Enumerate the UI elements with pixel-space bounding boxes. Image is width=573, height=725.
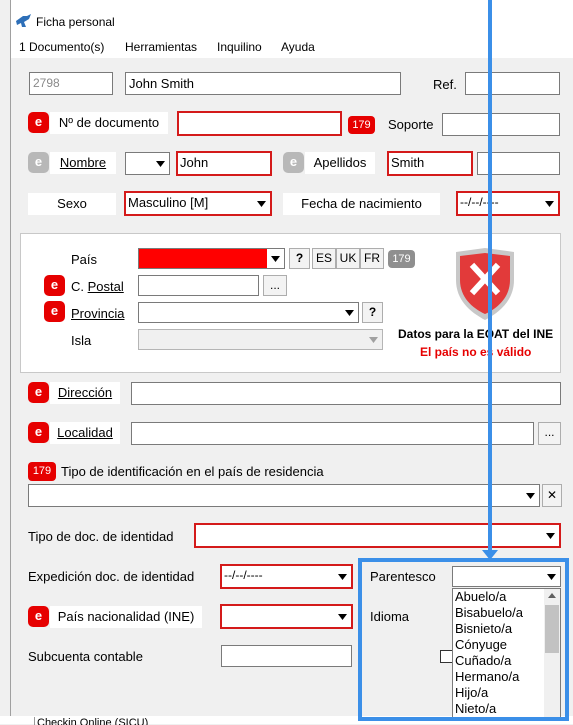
tipo-id-select[interactable] (28, 484, 540, 507)
chevron-down-icon (545, 200, 554, 207)
sexo-select[interactable]: Masculino [M] (124, 191, 272, 216)
fecha-dropdown-button[interactable] (541, 193, 558, 214)
nombre-label: Nombre (50, 152, 116, 174)
error-badge-doc: e (28, 112, 49, 133)
lang-es-button[interactable]: ES (312, 248, 336, 269)
doc-number-input[interactable] (177, 111, 342, 136)
chevron-down-icon (345, 309, 354, 316)
provincia-help-button[interactable]: ? (362, 302, 383, 323)
error-shield-icon (456, 248, 514, 320)
menu-inquilino[interactable]: Inquilino (217, 40, 262, 54)
apellido1-input[interactable]: Smith (387, 151, 473, 176)
direccion-input[interactable] (131, 382, 561, 405)
expedicion-label: Expedición doc. de identidad (28, 569, 195, 584)
soporte-input[interactable] (442, 113, 560, 136)
tipo-id-dropdown-button[interactable] (522, 485, 539, 506)
count-badge-tipo-id: 179 (28, 462, 56, 481)
sexo-label: Sexo (28, 193, 116, 215)
expedicion-date-picker[interactable]: --/--/---- (220, 564, 353, 589)
chevron-down-icon (369, 336, 378, 343)
localidad-label-text: Localidad (57, 425, 113, 440)
fecha-nacimiento-value: --/--/---- (460, 195, 499, 209)
tipo-doc-select[interactable] (194, 523, 561, 548)
highlight-connector-line (488, 0, 492, 556)
badge-nombre: e (28, 152, 49, 173)
isla-select[interactable] (138, 329, 383, 350)
sexo-value: Masculino [M] (128, 195, 209, 210)
isla-dropdown-button[interactable] (365, 330, 382, 349)
app-icon (16, 14, 31, 27)
nombre-label-text: Nombre (59, 155, 107, 170)
sexo-dropdown-button[interactable] (253, 193, 270, 214)
ref-label: Ref. (433, 77, 457, 92)
window-title: Ficha personal (36, 15, 115, 29)
tipo-doc-dropdown-button[interactable] (542, 525, 559, 546)
subcuenta-label: Subcuenta contable (28, 649, 143, 664)
cp-label: C. Postal (71, 279, 124, 294)
doc-number-label: Nº de documento (50, 112, 168, 134)
cp-label-text: Postal (87, 279, 124, 294)
error-badge-nacionalidad: e (28, 606, 49, 627)
apellidos-label: Apellidos (305, 152, 375, 174)
error-badge-provincia: e (44, 301, 65, 322)
ine-title: Datos para la EOAT del INE (398, 327, 554, 341)
pais-dropdown-button[interactable] (267, 249, 284, 268)
cp-lookup-button[interactable]: ... (263, 275, 287, 296)
provincia-dropdown-button[interactable] (341, 303, 358, 322)
expedicion-dropdown-button[interactable] (334, 566, 351, 587)
error-badge-cp: e (44, 275, 65, 296)
direccion-label-text: Dirección (57, 385, 113, 400)
chevron-down-icon (526, 492, 535, 499)
localidad-input[interactable] (131, 422, 534, 445)
title-dropdown-button[interactable] (152, 153, 169, 174)
cp-input[interactable] (138, 275, 259, 296)
ine-error: El país no es válido (420, 345, 532, 359)
fecha-nacimiento-picker[interactable]: --/--/---- (456, 191, 560, 216)
lang-uk-button[interactable]: UK (336, 248, 360, 269)
full-name-field[interactable]: John Smith (125, 72, 401, 95)
localidad-lookup-button[interactable]: ... (538, 422, 561, 445)
count-badge-pais: 179 (388, 250, 415, 268)
chevron-down-icon (257, 200, 266, 207)
menu-documentos[interactable]: 1 Documento(s) (19, 40, 104, 54)
nacionalidad-dropdown-button[interactable] (334, 606, 351, 627)
count-badge-doc: 179 (348, 116, 375, 134)
pais-select[interactable] (138, 248, 285, 269)
title-select[interactable] (125, 152, 170, 175)
subcuenta-input[interactable] (221, 645, 352, 667)
nombre-input[interactable]: John (176, 151, 272, 176)
ref-field[interactable] (465, 72, 560, 95)
provincia-select[interactable] (138, 302, 359, 323)
provincia-label: Provincia (71, 306, 124, 321)
badge-apellidos: e (283, 152, 304, 173)
chevron-down-icon (338, 573, 347, 580)
direccion-label: Dirección (50, 382, 120, 404)
pais-label: País (71, 252, 98, 267)
highlight-frame (358, 558, 569, 721)
lang-fr-button[interactable]: FR (360, 248, 384, 269)
nacionalidad-select[interactable] (220, 604, 353, 629)
chevron-down-icon (338, 613, 347, 620)
chevron-down-icon (546, 532, 555, 539)
expedicion-value: --/--/---- (224, 568, 263, 582)
provincia-label-text: Provincia (71, 306, 125, 321)
error-badge-direccion: e (28, 382, 49, 403)
menu-ayuda[interactable]: Ayuda (281, 40, 315, 54)
chevron-down-icon (271, 255, 280, 262)
tipo-id-label: Tipo de identificación en el país de res… (61, 464, 324, 479)
fecha-nacimiento-label: Fecha de nacimiento (283, 193, 440, 215)
chevron-down-icon (156, 160, 165, 167)
soporte-label: Soporte (388, 117, 434, 132)
tipo-doc-label: Tipo de doc. de identidad (28, 529, 174, 544)
localidad-label: Localidad (50, 422, 120, 444)
tipo-id-clear-button[interactable]: ✕ (542, 484, 562, 507)
record-id-field[interactable]: 2798 (29, 72, 113, 95)
nacionalidad-label: País nacionalidad (INE) (50, 606, 202, 628)
isla-label: Isla (71, 333, 92, 348)
pais-help-button[interactable]: ? (289, 248, 310, 269)
menu-herramientas[interactable]: Herramientas (125, 40, 197, 54)
error-badge-localidad: e (28, 422, 49, 443)
